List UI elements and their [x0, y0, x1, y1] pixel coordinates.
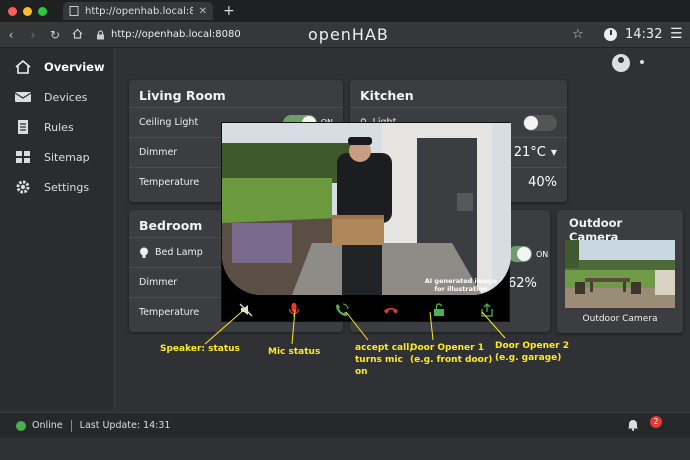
clock: 14:32: [604, 27, 662, 42]
annotation-accept-call: accept call, turns mic on: [355, 342, 413, 378]
bookmark-star-icon[interactable]: ☆: [572, 27, 584, 42]
hidden-toggle-row[interactable]: ON: [508, 246, 548, 262]
accept-call-icon[interactable]: [332, 300, 352, 320]
back-button[interactable]: ‹: [0, 28, 22, 42]
url-text: http://openhab.local:8080: [111, 29, 241, 40]
sidebar-item-label: Devices: [44, 90, 88, 104]
mic-icon[interactable]: [284, 300, 304, 320]
sidebar-item-sitemap[interactable]: Sitemap: [0, 142, 114, 172]
card-title: Kitchen: [360, 88, 414, 103]
speaker-muted-icon[interactable]: [236, 300, 256, 320]
chevron-down-icon[interactable]: ▼: [551, 148, 557, 157]
online-status-icon: [16, 420, 26, 431]
kitchen-percent-value: 40%: [528, 175, 557, 190]
kitchen-light-toggle[interactable]: [523, 114, 557, 131]
toggle-state: ON: [536, 249, 549, 259]
forward-button[interactable]: ›: [22, 28, 44, 42]
hidden-toggle[interactable]: [508, 246, 532, 262]
row-label-text: Bed Lamp: [155, 247, 203, 258]
sidebar-item-label: Rules: [44, 120, 74, 134]
annotation-line: (e.g. garage): [495, 353, 562, 363]
annotation-line: accept call,: [355, 343, 413, 353]
video-feed: [222, 123, 511, 295]
devices-icon: [14, 89, 32, 105]
ai-generated-note: AI generated image for illustration: [425, 277, 497, 293]
sidebar-item-devices[interactable]: Devices: [0, 82, 114, 112]
video-controls: [222, 297, 511, 323]
kitchen-temperature-value: 21°C: [513, 145, 546, 160]
new-tab-button[interactable]: +: [223, 3, 235, 19]
minimize-window-button[interactable]: [23, 6, 32, 16]
user-menu-dot[interactable]: [640, 60, 644, 64]
bulb-icon: [140, 247, 148, 258]
browser-tab-bar: http://openhab.local:8080 ✕ +: [0, 0, 690, 22]
close-window-button[interactable]: [8, 6, 17, 16]
annotation-mic: Mic status: [268, 347, 321, 357]
sidebar-item-label: Settings: [44, 180, 90, 194]
last-update: Last Update: 14:31: [79, 420, 171, 431]
online-status: Online: [32, 420, 63, 431]
camera-caption: Outdoor Camera: [582, 314, 658, 324]
sidebar-item-settings[interactable]: Settings: [0, 172, 114, 202]
bottom-strip: [0, 438, 690, 460]
sidebar-item-rules[interactable]: Rules: [0, 112, 114, 142]
annotation-door-opener-2: Door Opener 2 (e.g. garage): [495, 340, 569, 364]
address-bar[interactable]: http://openhab.local:8080: [96, 26, 326, 44]
sidebar-item-label: Sitemap: [44, 150, 90, 164]
annotation-line: (e.g. front door): [410, 355, 493, 365]
lock-icon: [97, 29, 104, 39]
hidden-percent-value: 62%: [508, 276, 537, 291]
home-button[interactable]: [66, 28, 88, 42]
maximize-window-button[interactable]: [38, 6, 47, 16]
sidebar: Overview Devices Rules Sitemap Settings: [0, 48, 115, 410]
ai-note-line: for illustration: [434, 285, 488, 293]
hang-up-icon[interactable]: [381, 300, 401, 320]
share-open-icon[interactable]: [477, 300, 497, 320]
sitemap-icon: [14, 149, 32, 165]
annotation-line: on: [355, 367, 368, 377]
user-avatar[interactable]: [612, 54, 630, 72]
clock-time: 14:32: [625, 27, 663, 42]
tab-title: http://openhab.local:8080: [85, 5, 193, 17]
openhab-logo: openHAB: [308, 25, 389, 44]
card-title: Living Room: [139, 88, 226, 103]
close-tab-icon[interactable]: ✕: [199, 6, 207, 17]
annotation-line: Door Opener 2: [495, 341, 569, 351]
sidebar-item-overview[interactable]: Overview: [0, 52, 114, 82]
sidebar-item-label: Overview: [44, 60, 105, 74]
status-bar: Online Last Update: 14:31: [0, 412, 690, 438]
browser-tab[interactable]: http://openhab.local:8080 ✕: [63, 2, 213, 20]
rules-icon: [14, 119, 32, 135]
annotation-line: turns mic: [355, 355, 403, 365]
annotation-door-opener-1: Door Opener 1 (e.g. front door): [410, 342, 492, 366]
annotation-line: Door Opener 1: [410, 343, 484, 353]
page-icon: [69, 6, 79, 16]
outdoor-camera-card[interactable]: Outdoor Camera Outdoor Camera: [557, 210, 683, 333]
bell-icon[interactable]: [627, 418, 639, 434]
ai-note-line: AI generated image: [424, 277, 497, 285]
notification-badge: 2: [650, 416, 662, 428]
gear-icon: [14, 179, 32, 195]
clock-icon: [604, 28, 617, 41]
unlock-icon[interactable]: [429, 300, 449, 320]
menu-icon[interactable]: ☰: [670, 26, 683, 42]
window-controls: [0, 6, 47, 16]
camera-thumbnail[interactable]: [565, 240, 675, 308]
annotation-speaker: Speaker: status: [160, 344, 240, 354]
reload-icon[interactable]: ↻: [44, 28, 66, 42]
divider: [70, 419, 72, 432]
doorbell-video-popup[interactable]: AI generated image for illustration: [221, 122, 511, 323]
home-icon: [14, 59, 32, 75]
